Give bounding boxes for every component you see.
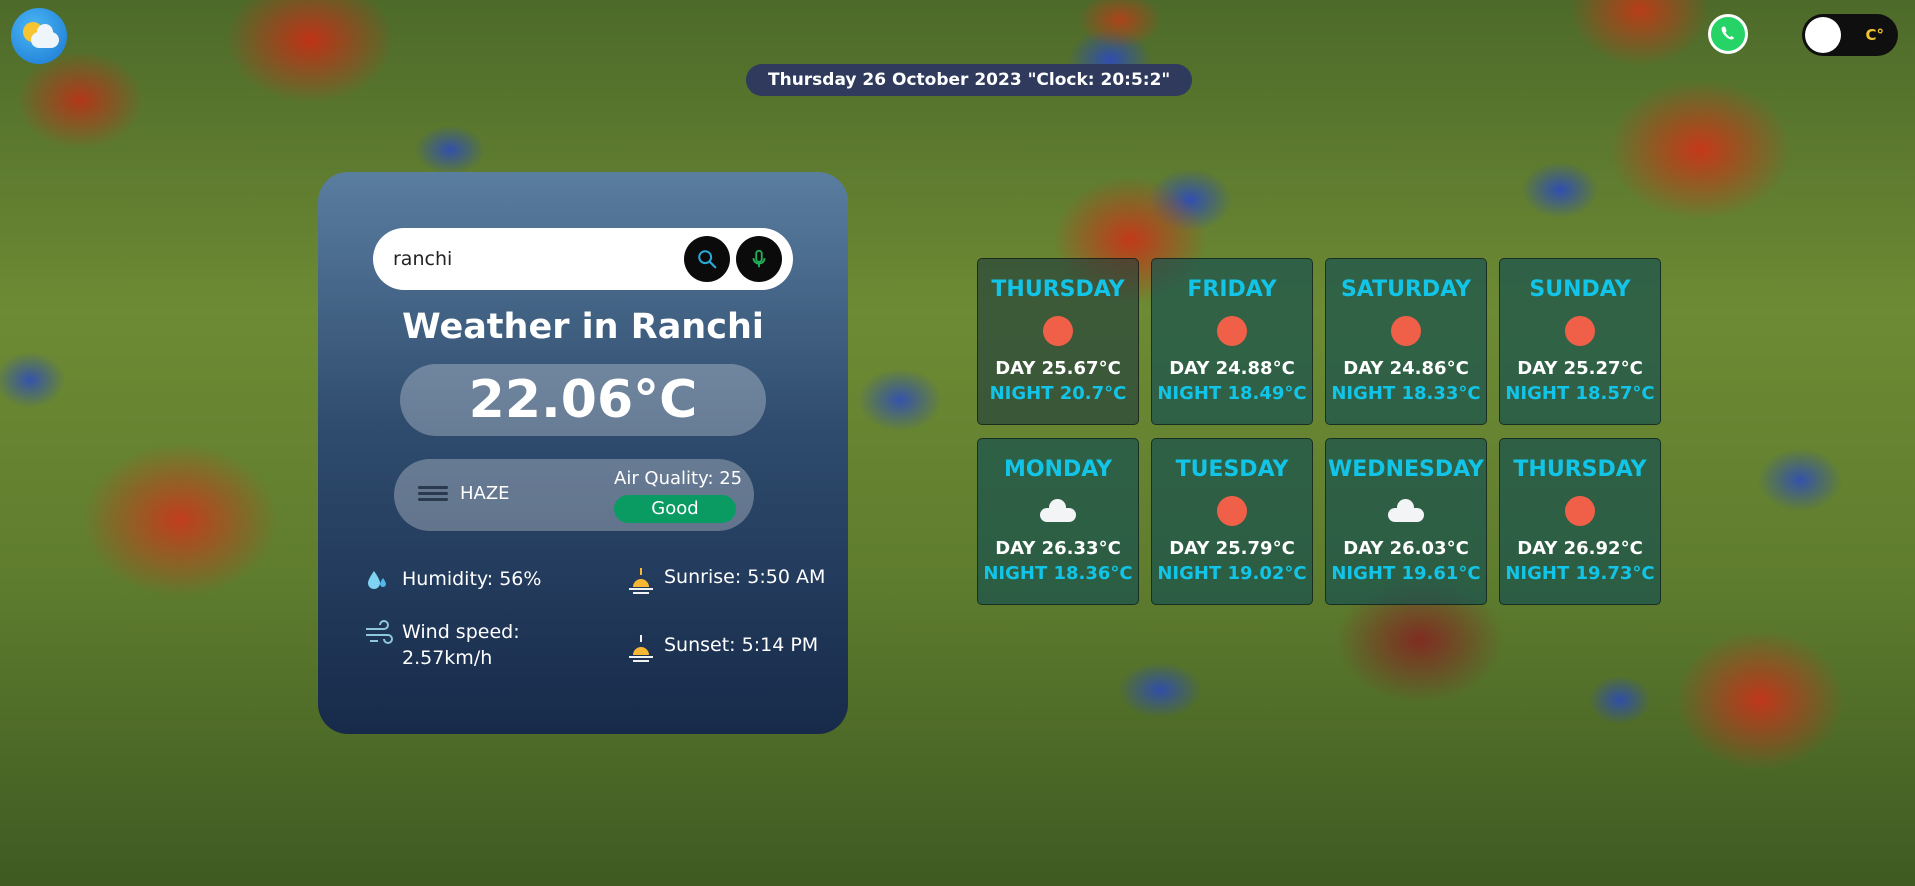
forecast-card: FRIDAY DAY 24.88°C NIGHT 18.49°C (1151, 258, 1313, 425)
sunrise-icon (626, 566, 656, 596)
microphone-button[interactable] (736, 236, 782, 282)
sun-icon (1565, 316, 1595, 346)
wind-label: Wind speed: (402, 621, 520, 643)
forecast-day-temp: DAY 26.03°C (1343, 538, 1469, 559)
forecast-day-temp: DAY 24.88°C (1169, 358, 1295, 379)
sunset-label: Sunset: 5:14 PM (664, 634, 819, 656)
microphone-icon (752, 249, 766, 268)
forecast-night-temp: NIGHT 19.61°C (1331, 563, 1481, 584)
forecast-day-name: TUESDAY (1175, 457, 1289, 482)
forecast-day-name: THURSDAY (991, 277, 1125, 302)
forecast-card: THURSDAY DAY 25.67°C NIGHT 20.7°C (977, 258, 1139, 425)
search-button[interactable] (684, 236, 730, 282)
forecast-day-name: WEDNESDAY (1328, 457, 1484, 482)
wind-icon (364, 619, 394, 649)
search-bar (373, 228, 793, 290)
forecast-night-temp: NIGHT 19.73°C (1505, 563, 1655, 584)
forecast-night-temp: NIGHT 18.49°C (1157, 383, 1307, 404)
forecast-day-name: SATURDAY (1340, 277, 1472, 302)
forecast-day-temp: DAY 26.33°C (995, 538, 1121, 559)
search-icon (698, 250, 717, 269)
weather-logo-icon[interactable] (11, 8, 67, 64)
forecast-card: TUESDAY DAY 25.79°C NIGHT 19.02°C (1151, 438, 1313, 605)
cloud-icon (1388, 496, 1424, 526)
haze-icon (418, 483, 448, 507)
air-quality-label: Air Quality: 25 (614, 468, 743, 489)
forecast-night-temp: NIGHT 18.33°C (1331, 383, 1481, 404)
forecast-day-temp: DAY 24.86°C (1343, 358, 1469, 379)
forecast-night-temp: NIGHT 20.7°C (989, 383, 1127, 404)
condition-panel: HAZE Air Quality: 25 Good (394, 459, 754, 531)
forecast-day-name: FRIDAY (1187, 277, 1277, 302)
date-clock-display: Thursday 26 October 2023 "Clock: 20:5:2" (746, 64, 1193, 96)
forecast-card: MONDAY DAY 26.33°C NIGHT 18.36°C (977, 438, 1139, 605)
cloud-icon (1040, 496, 1076, 526)
forecast-night-temp: NIGHT 19.02°C (1157, 563, 1307, 584)
sun-icon (1043, 316, 1073, 346)
unit-toggle[interactable]: C° (1802, 14, 1898, 56)
search-input[interactable] (393, 248, 683, 270)
humidity-label: Humidity: 56% (402, 568, 542, 590)
sunset-icon (626, 634, 656, 664)
current-temperature: 22.06°C (400, 364, 766, 436)
location-title: Weather in Ranchi (402, 307, 764, 347)
whatsapp-icon[interactable] (1708, 14, 1748, 54)
forecast-card: THURSDAY DAY 26.92°C NIGHT 19.73°C (1499, 438, 1661, 605)
wind-stat: Wind speed: 2.57km/h (364, 619, 520, 671)
forecast-card: WEDNESDAY DAY 26.03°C NIGHT 19.61°C (1325, 438, 1487, 605)
sun-icon (1391, 316, 1421, 346)
forecast-night-temp: NIGHT 18.36°C (983, 563, 1133, 584)
wind-value: 2.57km/h (402, 647, 493, 669)
sunrise-stat: Sunrise: 5:50 AM (626, 566, 825, 596)
forecast-grid: THURSDAY DAY 25.67°C NIGHT 20.7°C FRIDAY… (977, 258, 1675, 605)
forecast-day-temp: DAY 26.92°C (1517, 538, 1643, 559)
sun-icon (1217, 496, 1247, 526)
toggle-knob[interactable] (1805, 17, 1841, 53)
condition-label: HAZE (460, 483, 510, 504)
sunset-stat: Sunset: 5:14 PM (626, 634, 818, 664)
sun-icon (1217, 316, 1247, 346)
forecast-day-temp: DAY 25.27°C (1517, 358, 1643, 379)
humidity-stat: Humidity: 56% (364, 568, 541, 598)
unit-label: C° (1865, 26, 1884, 44)
phone-glyph-icon (1721, 26, 1734, 40)
forecast-day-name: SUNDAY (1529, 277, 1631, 302)
forecast-day-name: THURSDAY (1513, 457, 1647, 482)
forecast-card: SATURDAY DAY 24.86°C NIGHT 18.33°C (1325, 258, 1487, 425)
forecast-card: SUNDAY DAY 25.27°C NIGHT 18.57°C (1499, 258, 1661, 425)
air-quality-badge: Good (614, 495, 736, 523)
sunrise-label: Sunrise: 5:50 AM (664, 566, 826, 588)
forecast-day-name: MONDAY (1003, 457, 1113, 482)
forecast-day-temp: DAY 25.79°C (1169, 538, 1295, 559)
weather-card: Weather in Ranchi 22.06°C HAZE Air Quali… (318, 172, 848, 734)
forecast-day-temp: DAY 25.67°C (995, 358, 1121, 379)
forecast-night-temp: NIGHT 18.57°C (1505, 383, 1655, 404)
sun-icon (1565, 496, 1595, 526)
humidity-icon (364, 568, 394, 598)
